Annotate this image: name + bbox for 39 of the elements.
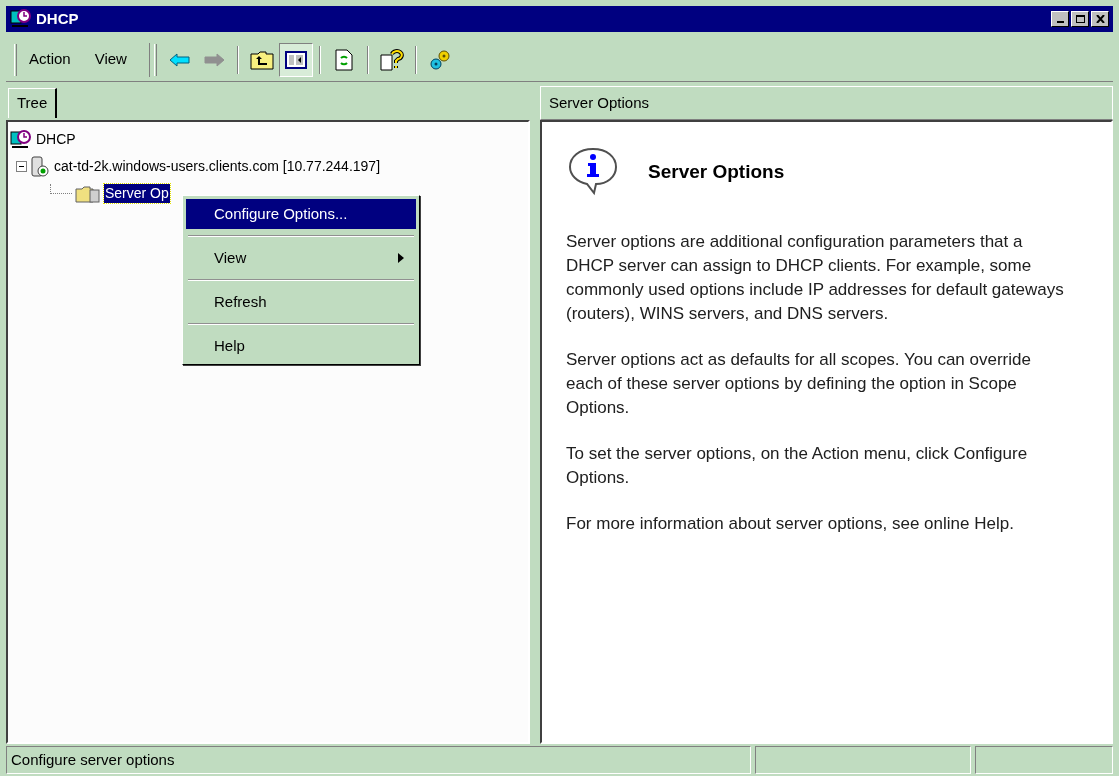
context-menu-item[interactable]: View <box>186 243 416 273</box>
context-menu-item[interactable]: Refresh <box>186 287 416 317</box>
tree-item[interactable]: cat-td-2k.windows-users.clients.com [10.77.244.197] <box>53 157 382 176</box>
gears-icon <box>427 48 452 71</box>
details-title: Server Options <box>648 159 785 184</box>
folder-icon <box>75 184 101 203</box>
collapse-icon[interactable] <box>16 161 27 172</box>
tree-connector <box>50 184 72 194</box>
details-header: Server Options <box>540 86 1113 120</box>
maximize-button[interactable] <box>1071 11 1089 27</box>
description-text: To set the server options, on the Action menu, click Configure Options. <box>566 443 1029 489</box>
description-text: Server options are additional configuration parameters that a DHCP server can assign to DHCP clients. For example, some commonly used options include IP addresses for default gateways (routers), WINS servers, and DNS servers. <box>566 231 1065 325</box>
refresh-icon <box>334 48 353 71</box>
folder-up-icon <box>249 49 274 70</box>
minimize-button[interactable] <box>1051 11 1069 27</box>
maximize-icon <box>1075 15 1085 23</box>
close-icon <box>1095 15 1105 23</box>
description-text: For more information about server options, see online Help. <box>566 513 1015 535</box>
dhcp-icon <box>10 9 32 29</box>
tab[interactable]: Tree <box>8 88 58 118</box>
tree-button[interactable] <box>278 42 313 77</box>
close-button[interactable] <box>1091 11 1109 27</box>
window-title: DHCP <box>36 8 79 29</box>
status-text: Configure server options <box>6 746 751 774</box>
help-icon <box>379 48 404 71</box>
description-text: Server options act as defaults for all scopes. You can override each of these server options by defining the option in Scope Options. <box>566 349 1032 419</box>
minimize-icon <box>1056 21 1064 23</box>
context-menu-item[interactable]: Help <box>186 331 416 361</box>
tree-item[interactable]: Server Op <box>104 184 170 203</box>
menu-item[interactable]: View <box>82 44 139 75</box>
dhcp-icon <box>10 129 32 150</box>
back-arrow-icon <box>168 52 191 67</box>
context-menu-item[interactable]: Configure Options... <box>186 199 416 229</box>
pane-icon <box>284 50 307 69</box>
info-icon <box>566 146 620 198</box>
forward-arrow-icon <box>202 52 225 67</box>
tree-item[interactable]: DHCP <box>35 130 77 149</box>
server-icon <box>30 155 50 178</box>
menu-item[interactable]: Action <box>17 44 83 75</box>
